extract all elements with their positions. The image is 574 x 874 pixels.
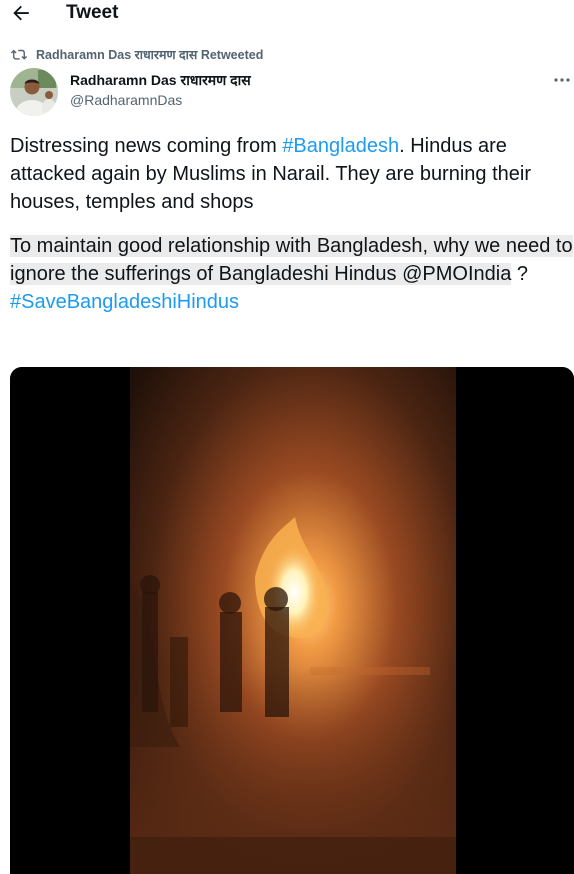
tweet-header: Tweet — [0, 0, 574, 30]
page-title: Tweet — [66, 2, 119, 23]
tweet-paragraph-2: To maintain good relationship with Bangl… — [10, 232, 574, 316]
more-icon[interactable] — [552, 74, 572, 86]
tweet-text: Distressing news coming from #Bangladesh… — [10, 132, 574, 316]
video-frame — [10, 367, 574, 874]
hashtag-link[interactable]: #Bangladesh — [282, 135, 399, 157]
retweet-icon — [10, 49, 28, 60]
tweet-text-segment: Distressing news coming from — [10, 135, 283, 157]
retweet-label[interactable]: Radharamn Das राधारमण दास Retweeted — [36, 46, 263, 63]
hashtag-link[interactable]: #SaveBangladeshiHindus — [10, 291, 239, 313]
author-handle[interactable]: @RadharamnDas — [70, 92, 182, 108]
tweet-paragraph-1: Distressing news coming from #Bangladesh… — [10, 132, 574, 216]
back-arrow-icon[interactable] — [10, 2, 32, 24]
tweet-text-segment: ? — [511, 263, 529, 285]
retweet-context: Radharamn Das राधारमण दास Retweeted — [10, 45, 263, 63]
avatar[interactable] — [10, 68, 58, 116]
mention-text[interactable]: @PMOIndia — [402, 263, 512, 285]
author-name[interactable]: Radharamn Das राधारमण दास — [70, 71, 251, 90]
video-media[interactable] — [10, 367, 574, 874]
